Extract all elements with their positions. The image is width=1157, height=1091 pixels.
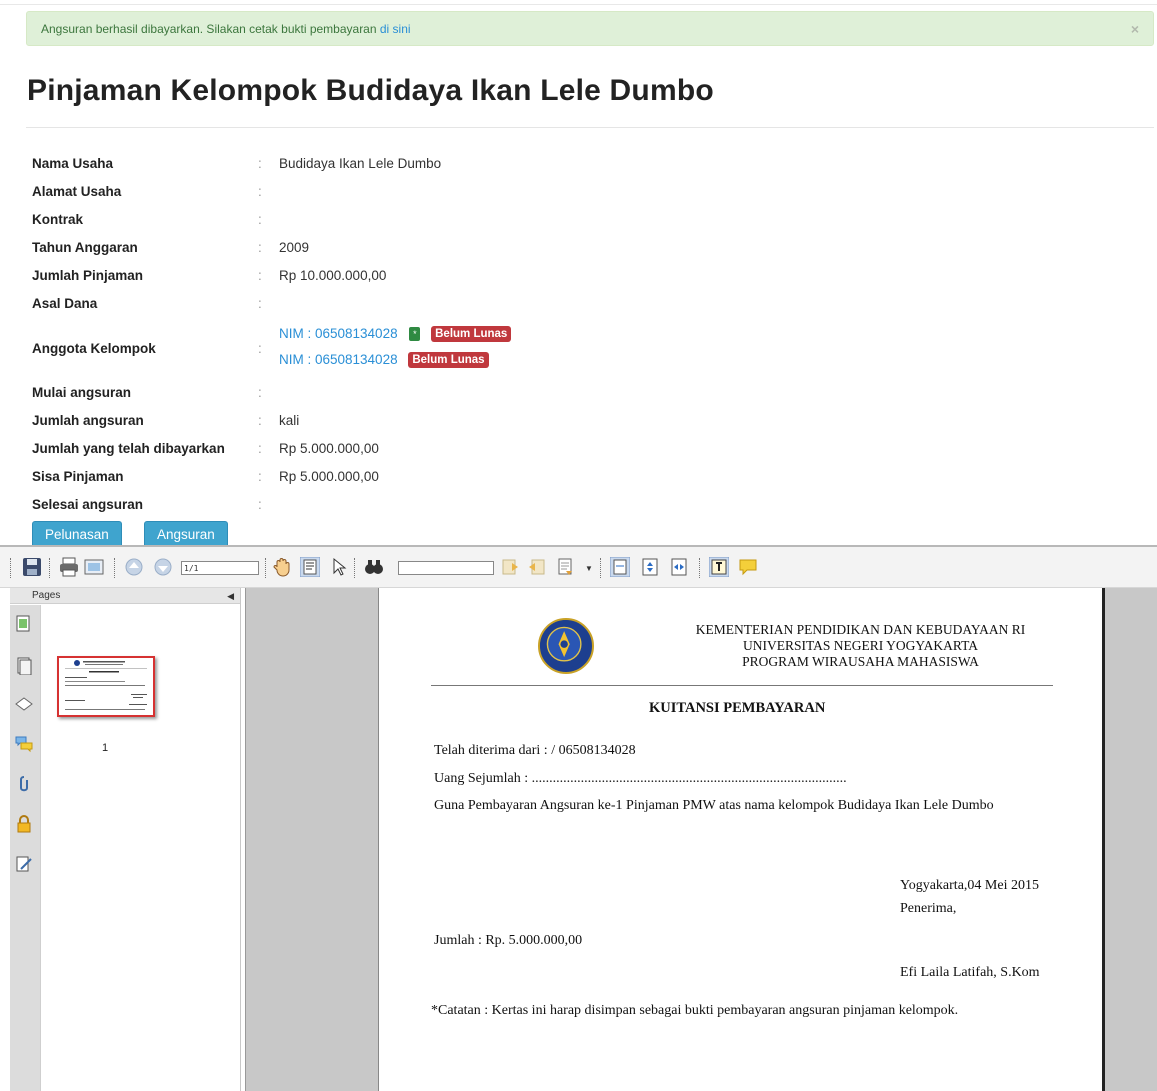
- find-next-icon[interactable]: [527, 557, 547, 577]
- comments-panel-icon[interactable]: [15, 735, 33, 753]
- info-colon: :: [258, 413, 262, 428]
- save-icon[interactable]: [22, 557, 42, 577]
- layers-panel-icon[interactable]: [15, 695, 33, 713]
- info-colon: :: [258, 441, 262, 456]
- print-receipt-link[interactable]: di sini: [380, 22, 411, 36]
- doc-header-rule: [431, 685, 1053, 686]
- status-badge: Belum Lunas: [431, 326, 512, 343]
- page-thumbnail[interactable]: [57, 656, 155, 717]
- pages-panel-icon[interactable]: [15, 615, 33, 633]
- pelunasan-button[interactable]: Pelunasan: [32, 521, 122, 545]
- doc-purpose: Guna Pembayaran Angsuran ke-1 Pinjaman P…: [434, 798, 994, 813]
- doc-amount-words: Uang Sejumlah : ........................…: [434, 771, 847, 786]
- top-divider: [0, 4, 1157, 5]
- info-label: Kontrak: [32, 212, 84, 227]
- star-badge: *: [409, 327, 421, 342]
- member-nim-link[interactable]: NIM : 06508134028: [279, 326, 398, 341]
- page-setup-icon[interactable]: [84, 557, 104, 577]
- find-binoculars-icon[interactable]: [364, 557, 384, 577]
- info-colon: :: [258, 497, 262, 512]
- pdf-page: KEMENTERIAN PENDIDIKAN DAN KEBUDAYAAN RI…: [378, 588, 1105, 1091]
- doc-received-from: Telah diterima dari : / 06508134028: [434, 743, 636, 758]
- actual-size-icon[interactable]: [610, 557, 630, 577]
- dropdown-arrow-icon[interactable]: ▼: [585, 564, 593, 573]
- success-alert: Angsuran berhasil dibayarkan. Silakan ce…: [26, 11, 1154, 46]
- info-colon: :: [258, 184, 262, 199]
- member-item: NIM : 06508134028 * Belum Lunas: [279, 320, 512, 348]
- info-value: Rp 5.000.000,00: [279, 441, 379, 456]
- pdf-toolbar: 1/1 ▼: [0, 547, 1157, 588]
- info-value: kali: [279, 413, 300, 428]
- info-value: Rp 10.000.000,00: [279, 268, 387, 283]
- comment-icon[interactable]: [738, 557, 758, 577]
- fit-page-icon[interactable]: [640, 557, 660, 577]
- fit-width-icon[interactable]: [669, 557, 689, 577]
- info-value: 2009: [279, 240, 310, 255]
- info-label: Jumlah Pinjaman: [32, 268, 144, 283]
- info-label: Tahun Anggaran: [32, 240, 138, 255]
- info-colon: :: [258, 385, 262, 400]
- attachments-panel-icon[interactable]: [15, 775, 33, 793]
- doc-place-date: Yogyakarta,04 Mei 2015: [900, 878, 1039, 893]
- doc-signer-name: Efi Laila Latifah, S.Kom: [900, 965, 1040, 980]
- thumbnail-preview-image: [65, 660, 147, 710]
- page-number-input[interactable]: 1/1: [181, 561, 259, 575]
- text-select-icon[interactable]: [300, 557, 320, 577]
- signatures-panel-icon[interactable]: [15, 855, 33, 873]
- info-label: Sisa Pinjaman: [32, 469, 124, 484]
- member-item: NIM : 06508134028 Belum Lunas: [279, 346, 489, 374]
- security-lock-icon[interactable]: [15, 815, 33, 833]
- info-value: Rp 5.000.000,00: [279, 469, 379, 484]
- pointer-icon[interactable]: [329, 557, 349, 577]
- info-colon: :: [258, 469, 262, 484]
- info-label: Jumlah angsuran: [32, 413, 144, 428]
- info-label: Alamat Usaha: [32, 184, 122, 199]
- next-page-icon[interactable]: [153, 557, 173, 577]
- info-colon: :: [258, 268, 262, 283]
- doc-header-program: PROGRAM WIRAUSAHA MAHASISWA: [742, 654, 979, 669]
- info-label: Asal Dana: [32, 296, 98, 311]
- pages-panel-header: Pages ◀: [10, 588, 240, 604]
- info-label: Nama Usaha: [32, 156, 114, 171]
- doc-header-ministry: KEMENTERIAN PENDIDIKAN DAN KEBUDAYAAN RI: [695, 622, 1026, 637]
- status-badge: Belum Lunas: [408, 352, 489, 369]
- find-options-icon[interactable]: [556, 557, 576, 577]
- sidebar-icon-strip: [10, 605, 41, 1091]
- info-colon: :: [258, 212, 262, 227]
- info-colon: :: [258, 240, 262, 255]
- info-label: Mulai angsuran: [32, 385, 132, 400]
- info-value: Budidaya Ikan Lele Dumbo: [279, 156, 442, 171]
- close-icon[interactable]: ×: [1131, 12, 1139, 47]
- member-nim-link[interactable]: NIM : 06508134028: [279, 352, 398, 367]
- bookmarks-panel-icon[interactable]: [15, 657, 33, 675]
- previous-page-icon[interactable]: [124, 557, 144, 577]
- info-label: Anggota Kelompok: [32, 341, 156, 356]
- angsuran-button[interactable]: Angsuran: [144, 521, 228, 545]
- find-previous-icon[interactable]: [500, 557, 520, 577]
- text-tool-icon[interactable]: [709, 557, 729, 577]
- thumbnail-page-number: 1: [102, 742, 109, 754]
- doc-header-university: UNIVERSITAS NEGERI YOGYAKARTA: [742, 638, 979, 653]
- info-label: Jumlah yang telah dibayarkan: [32, 441, 225, 456]
- doc-receiver-label: Penerima,: [900, 901, 957, 916]
- doc-title: KUITANSI PEMBAYARAN: [649, 700, 826, 716]
- hand-tool-icon[interactable]: [272, 557, 292, 577]
- doc-note: *Catatan : Kertas ini harap disimpan seb…: [431, 1003, 959, 1018]
- alert-message: Angsuran berhasil dibayarkan. Silakan ce…: [41, 22, 377, 36]
- doc-total-amount: Jumlah : Rp. 5.000.000,00: [434, 933, 583, 948]
- pages-panel-title: Pages: [32, 590, 61, 601]
- collapse-arrow-icon[interactable]: ◀: [227, 588, 234, 604]
- info-label: Selesai angsuran: [32, 497, 144, 512]
- page-title: Pinjaman Kelompok Budidaya Ikan Lele Dum…: [27, 74, 714, 107]
- info-colon: :: [258, 296, 262, 311]
- print-icon[interactable]: [59, 557, 79, 577]
- find-input[interactable]: [398, 561, 494, 575]
- info-colon: :: [258, 341, 262, 356]
- info-colon: :: [258, 156, 262, 171]
- title-divider: [26, 127, 1154, 128]
